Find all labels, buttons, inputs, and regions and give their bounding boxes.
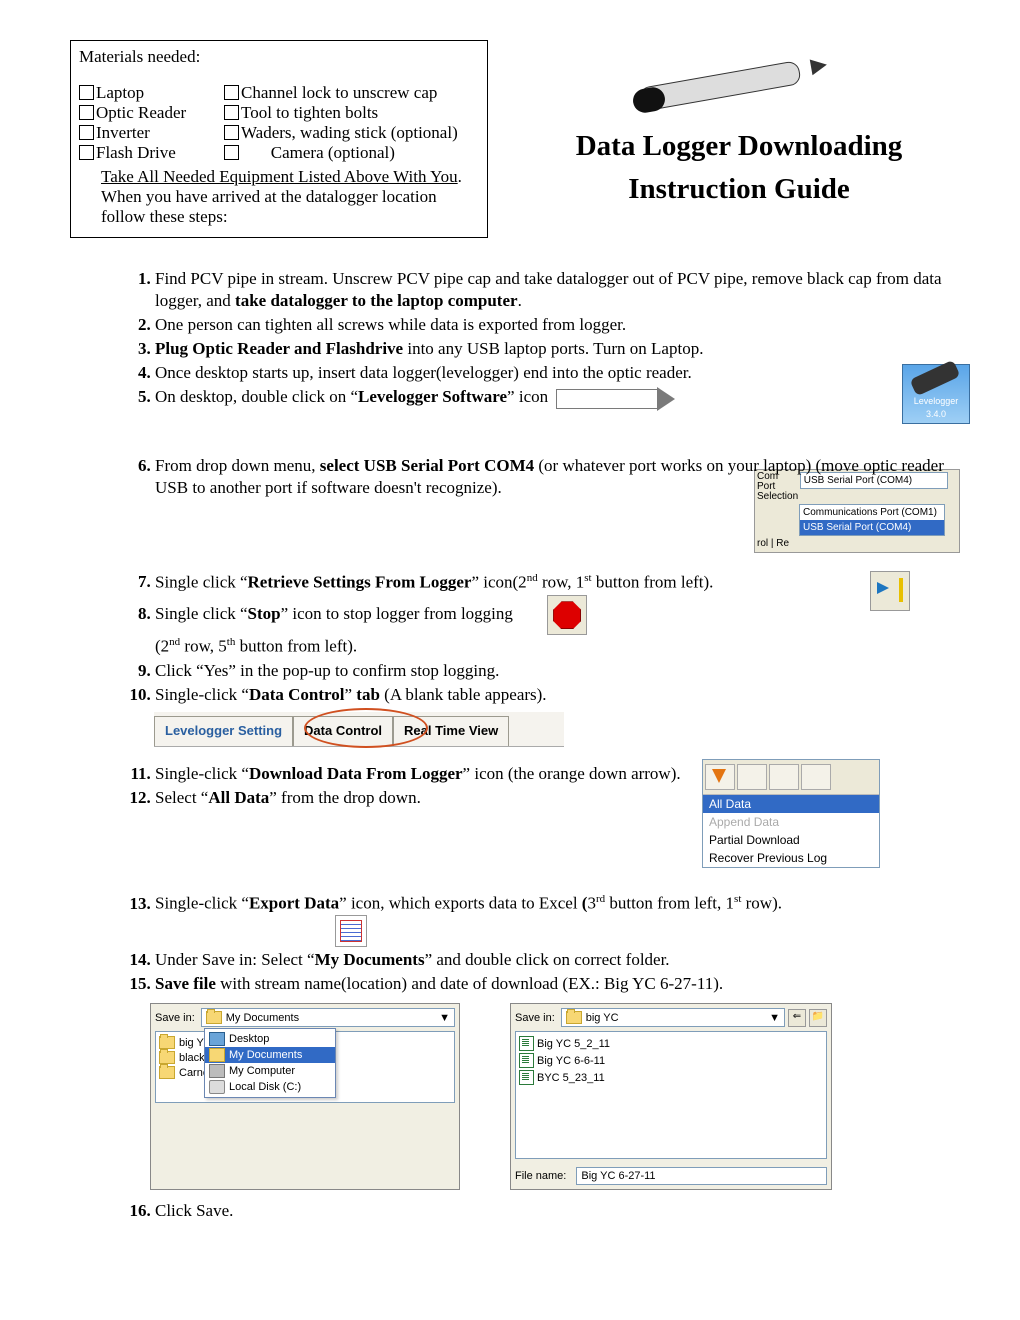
step-3: Plug Optic Reader and Flashdrive into an… bbox=[155, 338, 960, 360]
step-6: From drop down menu, select USB Serial P… bbox=[155, 455, 960, 553]
material-item: Camera (optional) bbox=[271, 143, 395, 162]
file-item[interactable]: Big YC 6-6-11 bbox=[537, 1055, 605, 1067]
nav-back-button[interactable]: ⇐ bbox=[788, 1009, 806, 1027]
tabs-screenshot: Levelogger Setting Data Control Real Tim… bbox=[154, 712, 564, 747]
download-arrow-icon[interactable] bbox=[705, 764, 735, 790]
popup-item-selected[interactable]: My Documents bbox=[229, 1049, 302, 1061]
popup-item[interactable]: My Computer bbox=[229, 1065, 295, 1077]
step-9: Click “Yes” in the pop-up to confirm sto… bbox=[155, 660, 960, 682]
levelogger-software-icon[interactable]: Levelogger 3.4.0 bbox=[902, 364, 970, 424]
doc-title-2: Instruction Guide bbox=[518, 173, 960, 206]
materials-note-underline: Take All Needed Equipment Listed Above W… bbox=[101, 167, 458, 186]
popup-item[interactable]: Desktop bbox=[229, 1033, 269, 1045]
toolbar-button[interactable] bbox=[737, 764, 767, 790]
com-port-option[interactable]: Communications Port (COM1) bbox=[800, 505, 944, 520]
dropdown-option[interactable]: Partial Download bbox=[703, 831, 879, 849]
save-dialog-1: Save in: My Documents▼ big YC blackli Ca… bbox=[150, 1003, 460, 1190]
nav-up-button[interactable]: 📁 bbox=[809, 1009, 827, 1027]
excel-file-icon bbox=[519, 1053, 534, 1068]
download-data-dropdown[interactable]: All Data Append Data Partial Download Re… bbox=[702, 759, 880, 868]
step-1: Find PCV pipe in stream. Unscrew PCV pip… bbox=[155, 268, 960, 312]
file-item[interactable]: BYC 5_23_11 bbox=[537, 1072, 605, 1084]
excel-file-icon bbox=[519, 1070, 534, 1085]
com-port-dropdown[interactable]: Com Port Selection USB Serial Port (COM4… bbox=[754, 469, 960, 553]
step-7: Single click “Retrieve Settings From Log… bbox=[155, 571, 960, 594]
tab-data-control[interactable]: Data Control bbox=[293, 716, 393, 746]
material-item: Channel lock to unscrew cap bbox=[241, 83, 437, 102]
checkbox[interactable] bbox=[79, 105, 94, 120]
material-item: Laptop bbox=[96, 83, 144, 102]
toolbar-button[interactable] bbox=[801, 764, 831, 790]
dropdown-option[interactable]: Append Data bbox=[703, 813, 879, 831]
step-4: Once desktop starts up, insert data logg… bbox=[155, 362, 960, 384]
checkbox[interactable] bbox=[79, 85, 94, 100]
doc-title-1: Data Logger Downloading bbox=[518, 130, 960, 163]
folder-icon bbox=[566, 1011, 582, 1024]
folder-icon bbox=[206, 1011, 222, 1024]
desktop-icon bbox=[209, 1032, 225, 1046]
file-item[interactable]: Big YC 5_2_11 bbox=[537, 1038, 610, 1050]
instruction-list: Find PCV pipe in stream. Unscrew PCV pip… bbox=[70, 268, 960, 409]
material-item: Inverter bbox=[96, 123, 150, 142]
step-5: On desktop, double click on “Levelogger … bbox=[155, 386, 960, 408]
checkbox[interactable] bbox=[79, 145, 94, 160]
material-item: Optic Reader bbox=[96, 103, 186, 122]
tab-levelogger-setting[interactable]: Levelogger Setting bbox=[154, 716, 293, 746]
step-14: Under Save in: Select “My Documents” and… bbox=[155, 949, 960, 971]
step-16: Click Save. bbox=[155, 1200, 960, 1222]
export-data-icon[interactable] bbox=[335, 915, 367, 947]
checkbox[interactable] bbox=[224, 105, 239, 120]
arrow-icon bbox=[556, 389, 658, 409]
stop-icon[interactable] bbox=[547, 595, 587, 635]
step-13: Single-click “Export Data” icon, which e… bbox=[155, 892, 960, 947]
levelogger-pen-image bbox=[629, 50, 849, 110]
toolbar-button[interactable] bbox=[769, 764, 799, 790]
folder-icon bbox=[209, 1048, 225, 1062]
checkbox[interactable] bbox=[224, 145, 239, 160]
materials-box: Materials needed: Laptop Optic Reader In… bbox=[70, 40, 488, 238]
popup-item[interactable]: Local Disk (C:) bbox=[229, 1081, 301, 1093]
filename-input[interactable]: Big YC 6-27-11 bbox=[576, 1167, 827, 1185]
materials-title: Materials needed: bbox=[79, 47, 479, 67]
material-item: Waders, wading stick (optional) bbox=[241, 123, 458, 142]
folder-popup: Desktop My Documents My Computer Local D… bbox=[204, 1028, 336, 1098]
checkbox[interactable] bbox=[224, 85, 239, 100]
save-in-combo[interactable]: big YC▼ bbox=[561, 1008, 785, 1027]
com-port-option-selected[interactable]: USB Serial Port (COM4) bbox=[800, 520, 944, 535]
step-10: Single-click “Data Control” tab (A blank… bbox=[155, 684, 960, 706]
step-8: Single click “Stop” icon to stop logger … bbox=[155, 595, 960, 658]
disk-icon bbox=[209, 1080, 225, 1094]
save-in-combo[interactable]: My Documents▼ bbox=[201, 1008, 455, 1027]
tab-real-time-view[interactable]: Real Time View bbox=[393, 716, 509, 746]
filename-label: File name: bbox=[515, 1170, 566, 1182]
step-2: One person can tighten all screws while … bbox=[155, 314, 960, 336]
folder-icon bbox=[159, 1051, 175, 1064]
folder-icon bbox=[159, 1036, 175, 1049]
excel-file-icon bbox=[519, 1036, 534, 1051]
step-15: Save file with stream name(location) and… bbox=[155, 973, 960, 995]
dropdown-option[interactable]: Recover Previous Log bbox=[703, 849, 879, 867]
checkbox[interactable] bbox=[224, 125, 239, 140]
retrieve-settings-icon[interactable] bbox=[870, 571, 910, 611]
save-dialog-2: Save in: big YC▼ ⇐ 📁 Big YC 5_2_11 Big Y… bbox=[510, 1003, 832, 1190]
checkbox[interactable] bbox=[79, 125, 94, 140]
computer-icon bbox=[209, 1064, 225, 1078]
dropdown-option-selected[interactable]: All Data bbox=[703, 795, 879, 813]
folder-icon bbox=[159, 1066, 175, 1079]
material-item: Flash Drive bbox=[96, 143, 176, 162]
material-item: Tool to tighten bolts bbox=[241, 103, 378, 122]
